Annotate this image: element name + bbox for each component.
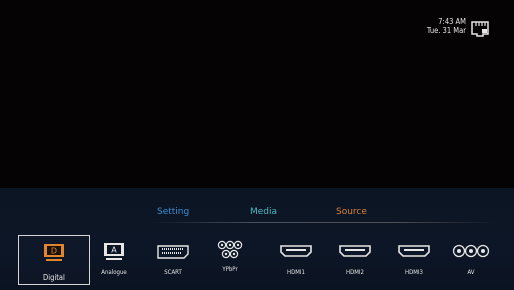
clock-date: Tue. 31 Mar — [426, 26, 466, 35]
source-label: YPbPr — [222, 266, 238, 273]
source-label: Analogue — [101, 269, 127, 276]
av-connector-icon — [441, 242, 501, 260]
analogue-tv-icon: A — [84, 242, 144, 260]
clock: 7:43 AM Tue. 31 Mar — [427, 17, 466, 35]
source-hdmi3[interactable]: HDMI3 — [384, 236, 444, 288]
scart-connector-icon — [143, 242, 203, 260]
tab-media[interactable]: Media — [250, 207, 277, 217]
digital-tv-icon: D — [19, 243, 89, 261]
source-ypbpr[interactable]: YPbPr — [200, 236, 260, 288]
svg-text:D: D — [51, 247, 57, 256]
source-digital[interactable]: D Digital — [18, 235, 90, 285]
source-label: Digital — [43, 273, 65, 282]
source-label: SCART — [164, 269, 182, 276]
source-av[interactable]: AV — [441, 236, 501, 288]
network-port-icon — [471, 21, 489, 37]
clock-time: 7:43 AM — [438, 17, 466, 26]
tab-divider — [150, 222, 496, 223]
source-label: AV — [467, 269, 475, 276]
source-label: HDMI3 — [405, 269, 423, 276]
hdmi-connector-icon — [384, 242, 444, 260]
tab-source[interactable]: Source — [336, 207, 367, 217]
hdmi-connector-icon — [266, 242, 326, 260]
tab-setting[interactable]: Setting — [157, 207, 189, 217]
source-hdmi1[interactable]: HDMI1 — [266, 236, 326, 288]
source-label: HDMI1 — [287, 269, 305, 276]
hdmi-connector-icon — [325, 242, 385, 260]
tv-screen: 7:43 AM Tue. 31 Mar Setting Media Source… — [0, 0, 514, 290]
svg-text:A: A — [111, 246, 117, 255]
source-hdmi2[interactable]: HDMI2 — [325, 236, 385, 288]
source-scart[interactable]: SCART — [143, 236, 203, 288]
source-analogue[interactable]: A Analogue — [84, 236, 144, 288]
component-connector-icon — [200, 239, 260, 259]
source-label: HDMI2 — [346, 269, 364, 276]
